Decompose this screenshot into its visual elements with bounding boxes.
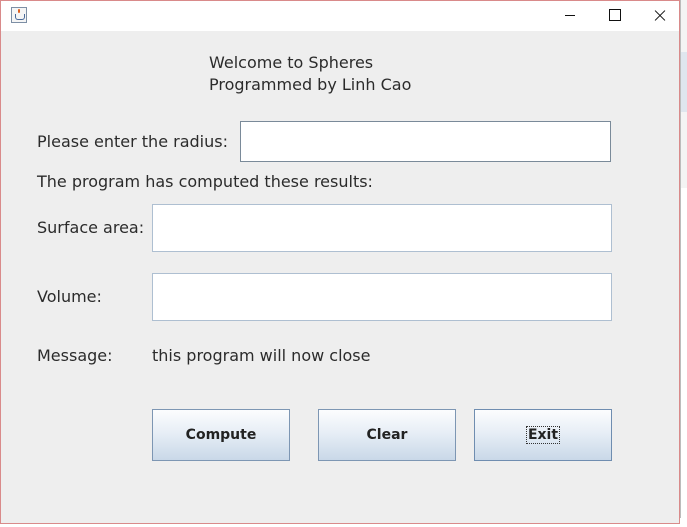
- background-window-strip: [681, 52, 687, 112]
- radius-label: Please enter the radius:: [37, 132, 228, 151]
- maximize-button[interactable]: [592, 1, 638, 31]
- minimize-button[interactable]: [547, 1, 593, 31]
- compute-button-label: Compute: [185, 427, 257, 443]
- java-app-icon[interactable]: [11, 7, 27, 23]
- close-button[interactable]: [637, 1, 683, 31]
- author-text: Programmed by Linh Cao: [209, 75, 412, 94]
- radius-input[interactable]: [240, 121, 611, 162]
- surface-area-field[interactable]: [152, 204, 612, 252]
- volume-label: Volume:: [37, 287, 102, 306]
- results-label: The program has computed these results:: [37, 172, 373, 191]
- clear-button-label: Clear: [366, 427, 408, 443]
- title-bar[interactable]: [1, 1, 679, 31]
- compute-button[interactable]: Compute: [152, 409, 290, 461]
- message-text: this program will now close: [152, 346, 371, 365]
- message-label: Message:: [37, 346, 113, 365]
- surface-area-label: Surface area:: [37, 218, 145, 237]
- spheres-window: Welcome to Spheres Programmed by Linh Ca…: [0, 0, 680, 524]
- exit-button[interactable]: Exit: [474, 409, 612, 461]
- clear-button[interactable]: Clear: [318, 409, 456, 461]
- volume-field[interactable]: [152, 273, 612, 321]
- background-window-strip-lower: [681, 188, 687, 527]
- background-window-edge: [680, 0, 687, 527]
- exit-button-label: Exit: [525, 426, 561, 444]
- welcome-text: Welcome to Spheres: [209, 53, 374, 72]
